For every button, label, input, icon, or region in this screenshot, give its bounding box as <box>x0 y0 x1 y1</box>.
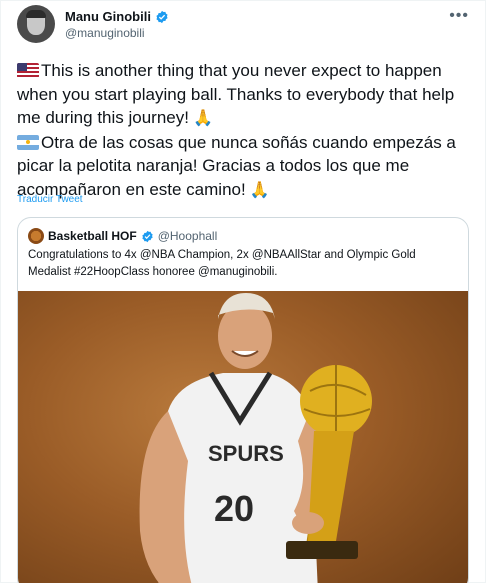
folded-hands-icon: 🙏 <box>192 110 213 127</box>
quoted-avatar[interactable] <box>28 228 44 244</box>
quoted-photo[interactable]: SPURS 20 <box>18 291 468 583</box>
translate-link[interactable]: Traducir Tweet <box>17 194 83 205</box>
us-flag-icon <box>17 63 39 78</box>
author-name-row: Manu Ginobili <box>65 9 169 24</box>
head <box>218 303 272 369</box>
more-icon[interactable]: ••• <box>449 7 469 25</box>
quoted-header: Basketball HOF @Hoophall <box>28 228 217 244</box>
author-avatar[interactable] <box>17 5 55 43</box>
verified-badge-icon <box>156 10 168 23</box>
player-with-trophy-illustration: SPURS 20 <box>139 293 372 583</box>
jersey-number: 20 <box>214 488 254 529</box>
trophy-base <box>286 541 358 559</box>
argentina-flag-icon <box>17 134 39 150</box>
author-handle[interactable]: @manuginobili <box>65 26 145 40</box>
folded-hands-icon: 🙏 <box>249 181 270 199</box>
verified-badge-icon <box>142 230 153 242</box>
quoted-text: Congratulations to 4x @NBA Champion, 2x … <box>28 249 416 278</box>
quoted-author-handle[interactable]: @Hoophall <box>158 229 218 243</box>
quoted-author-name[interactable]: Basketball HOF <box>48 229 137 243</box>
avatar-hair <box>26 10 46 18</box>
author-name[interactable]: Manu Ginobili <box>65 9 151 24</box>
quoted-tweet[interactable]: Basketball HOF @Hoophall Congratulations… <box>17 217 469 583</box>
tweet-text-en: This is another thing that you never exp… <box>17 61 455 127</box>
tweet-card: Manu Ginobili @manuginobili ••• This is … <box>0 0 486 583</box>
tweet-text-es: Otra de las cosas que nunca soñás cuando… <box>17 132 456 199</box>
tweet-text: This is another thing that you never exp… <box>17 59 477 202</box>
jersey-lettering: SPURS <box>208 441 284 466</box>
hand <box>292 512 324 534</box>
